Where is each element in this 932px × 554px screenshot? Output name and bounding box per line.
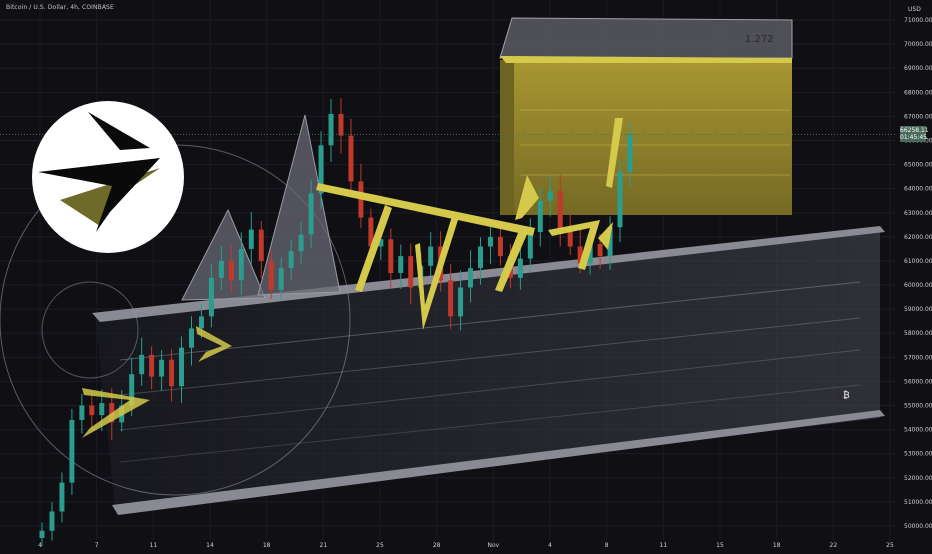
plane-logo [32, 101, 184, 253]
candle-body [547, 191, 553, 201]
x-tick-label: 15 [716, 542, 724, 549]
candle-body [517, 258, 523, 278]
current-price-value: 66258.11 [900, 127, 929, 134]
candle-body [388, 239, 394, 273]
candle-body [169, 359, 175, 387]
fib-box-label: 1.272 [745, 34, 774, 45]
x-tick-label: 28 [433, 542, 441, 549]
y-tick-label: 63000.00 [904, 210, 932, 217]
x-tick-label: 25 [886, 542, 894, 549]
chart-container: 1.272 ₿ 50000.00 51000.00 52000.00 53000.00… [0, 0, 932, 550]
x-tick-label: 21 [320, 542, 328, 549]
price-axis: 50000.00 51000.00 52000.00 53000.00 54000.00… [904, 17, 932, 530]
candle-body [208, 277, 214, 317]
candle-body [308, 193, 314, 235]
candle-body [238, 248, 244, 281]
y-tick-label: 56000.00 [904, 378, 932, 385]
candle-body [458, 287, 464, 317]
candle-body [268, 260, 274, 290]
y-tick-label: 70000.00 [904, 41, 932, 48]
candle-body [487, 236, 493, 247]
candle-body [248, 229, 254, 249]
candle-body [39, 530, 45, 538]
price-axis-unit: USD [908, 6, 921, 13]
candle-body [627, 134, 633, 172]
x-tick-label: 8 [605, 542, 609, 549]
candle-body [198, 316, 204, 329]
candle-body [348, 135, 354, 182]
x-tick-label: 11 [660, 542, 668, 549]
candle-body [557, 191, 563, 230]
candle-body [537, 200, 543, 233]
candle-body [188, 328, 194, 348]
y-tick-label: 55000.00 [904, 403, 932, 410]
y-tick-label: 61000.00 [904, 258, 932, 265]
candle-body [408, 256, 414, 288]
y-tick-label: 67000.00 [904, 113, 932, 120]
candle-body [597, 244, 603, 257]
y-tick-label: 52000.00 [904, 475, 932, 482]
candle-body [79, 405, 85, 420]
candle-body [298, 234, 304, 252]
candle-body [89, 405, 95, 416]
candle-body [527, 232, 533, 259]
y-tick-label: 58000.00 [904, 330, 932, 337]
fib-box-main [500, 60, 792, 215]
candle-body [159, 359, 165, 377]
x-tick-label: 14 [206, 542, 214, 549]
y-tick-label: 54000.00 [904, 427, 932, 434]
x-tick-label: 25 [376, 542, 384, 549]
y-tick-label: 50000.00 [904, 523, 932, 530]
y-tick-label: 53000.00 [904, 451, 932, 458]
candle-body [478, 246, 484, 269]
candle-body [278, 268, 284, 290]
x-tick-label: 4 [38, 542, 42, 549]
candle-body [338, 114, 344, 136]
current-price-tag: 66258.11 01:45:45 [900, 126, 929, 142]
y-tick-label: 65000.00 [904, 162, 932, 169]
candle-body [179, 347, 185, 387]
bitcoin-symbol: ₿ [843, 390, 850, 401]
fib-target-box: 1.272 [499, 17, 793, 215]
y-tick-label: 57000.00 [904, 354, 932, 361]
candle-body [69, 419, 75, 483]
x-tick-label: 18 [773, 542, 781, 549]
current-price-timer: 01:45:45 [900, 134, 927, 141]
candle-body [258, 229, 264, 261]
x-tick-label: 7 [95, 542, 99, 549]
y-tick-label: 69000.00 [904, 65, 932, 72]
candle-body [617, 171, 623, 228]
candle-body [468, 268, 474, 288]
peak-triangle [181, 208, 266, 301]
y-tick-label: 59000.00 [904, 306, 932, 313]
candle-body [398, 256, 404, 273]
x-tick-label: 18 [263, 542, 271, 549]
candle-body [149, 354, 155, 377]
x-tick-label: 4 [548, 542, 552, 549]
candle-body [497, 236, 503, 257]
candle-body [428, 246, 434, 266]
y-tick-label: 51000.00 [904, 499, 932, 506]
y-tick-label: 64000.00 [904, 186, 932, 193]
candle-body [139, 354, 145, 375]
candle-body [49, 511, 55, 531]
candle-body [288, 251, 294, 269]
x-tick-label: Nov [487, 542, 499, 549]
candle-body [59, 482, 65, 512]
candle-body [328, 114, 334, 146]
y-tick-label: 68000.00 [904, 89, 932, 96]
chart-svg: 1.272 ₿ 50000.00 51000.00 52000.00 53000.00… [0, 0, 932, 549]
candle-body [99, 403, 105, 416]
fib-box-dark-strip [500, 60, 514, 215]
time-axis: 4 7 11 14 18 21 25 28 Nov 4 8 11 15 18 22 25 [38, 542, 894, 549]
candle-body [228, 260, 234, 281]
y-tick-label: 62000.00 [904, 234, 932, 241]
y-tick-label: 60000.00 [904, 282, 932, 289]
candle-body [218, 260, 224, 278]
x-tick-label: 11 [150, 542, 158, 549]
y-tick-label: 71000.00 [904, 17, 932, 24]
chart-header-title: Bitcoin / U.S. Dollar, 4h, COINBASE [6, 4, 114, 11]
candle-body [448, 280, 454, 317]
x-tick-label: 22 [830, 542, 838, 549]
